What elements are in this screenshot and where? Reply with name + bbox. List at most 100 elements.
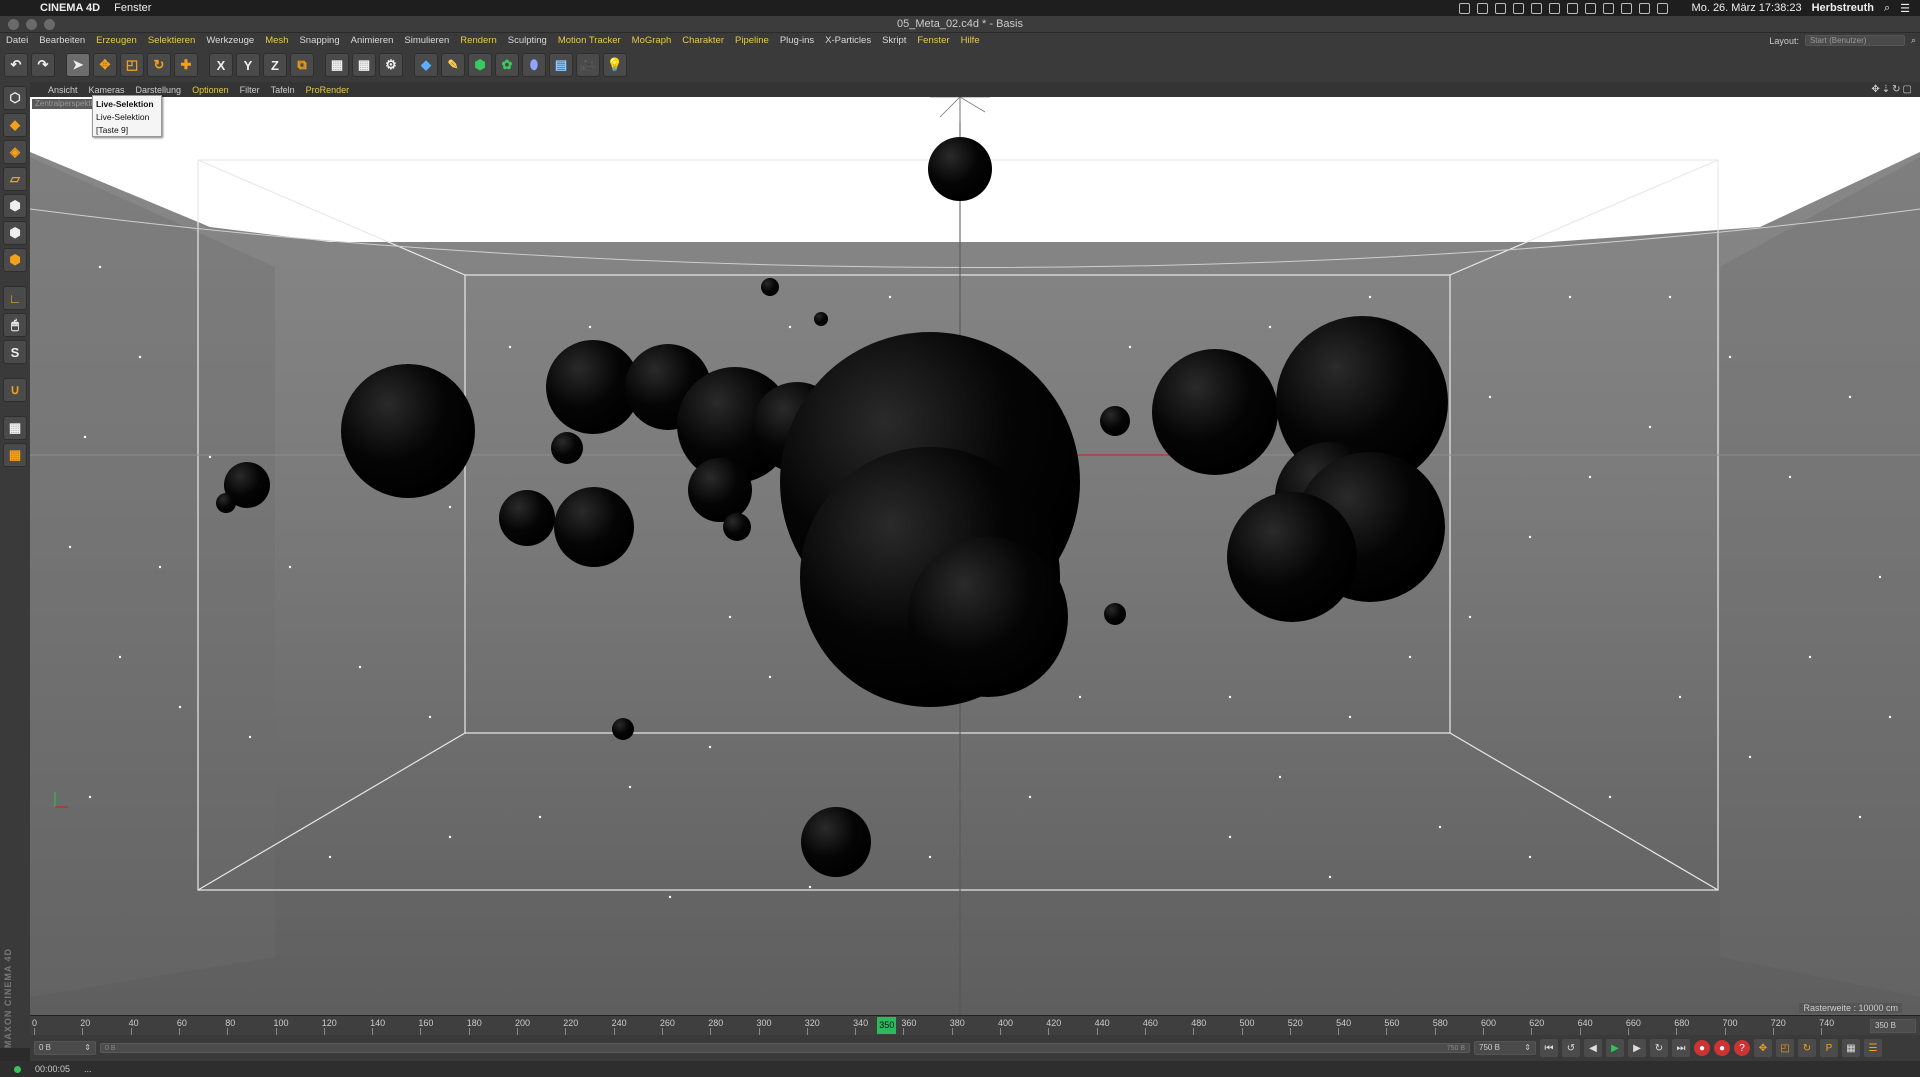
keyframe-selection-icon[interactable]: ? bbox=[1734, 1040, 1750, 1056]
record-icon[interactable]: ● bbox=[1694, 1040, 1710, 1056]
vp-menu-optionen[interactable]: Optionen bbox=[192, 85, 229, 95]
vp-menu-ansicht[interactable]: Ansicht bbox=[48, 85, 78, 95]
y-axis-lock-icon[interactable]: Y bbox=[236, 53, 260, 77]
make-editable-icon[interactable]: ⬡ bbox=[3, 86, 27, 110]
render-picture-viewer-icon[interactable]: ▦ bbox=[352, 53, 376, 77]
mac-menu-fenster[interactable]: Fenster bbox=[114, 2, 151, 14]
x-axis-lock-icon[interactable]: X bbox=[209, 53, 233, 77]
subdivision-icon[interactable]: ⬢ bbox=[468, 53, 492, 77]
timeline-end-frame[interactable]: 350 B bbox=[1870, 1019, 1916, 1033]
vp-menu-kameras[interactable]: Kameras bbox=[89, 85, 125, 95]
rotation-key-icon[interactable]: ↻ bbox=[1798, 1039, 1816, 1057]
menu-erzeugen[interactable]: Erzeugen bbox=[96, 35, 137, 46]
menu-rendern[interactable]: Rendern bbox=[460, 35, 496, 46]
move-icon[interactable]: ✥ bbox=[93, 53, 117, 77]
points-mode-icon[interactable]: ⬢ bbox=[3, 194, 27, 218]
viewport-scene[interactable] bbox=[30, 97, 1920, 1015]
position-key-icon[interactable]: ✥ bbox=[1754, 1039, 1772, 1057]
solo-icon[interactable]: S bbox=[3, 340, 27, 364]
next-key-icon[interactable]: ↻ bbox=[1650, 1039, 1668, 1057]
timeline-menu-icon[interactable]: ☰ bbox=[1864, 1039, 1882, 1057]
tray-icon[interactable] bbox=[1638, 2, 1650, 14]
vp-menu-prorender[interactable]: ProRender bbox=[306, 85, 350, 95]
deformer-icon[interactable]: ⬮ bbox=[522, 53, 546, 77]
floor-icon[interactable]: ▤ bbox=[549, 53, 573, 77]
search-icon[interactable]: ⌕ bbox=[1911, 35, 1916, 46]
menu-skript[interactable]: Skript bbox=[882, 35, 906, 46]
notification-center-icon[interactable]: ☰ bbox=[1900, 2, 1910, 15]
prev-key-icon[interactable]: ↺ bbox=[1562, 1039, 1580, 1057]
edges-mode-icon[interactable]: ⬢ bbox=[3, 221, 27, 245]
planar-workplane-icon[interactable]: ▦ bbox=[3, 443, 27, 467]
pla-key-icon[interactable]: ▦ bbox=[1842, 1039, 1860, 1057]
3d-viewport[interactable]: Zentralperspektive Rasterweite : 10000 c… bbox=[30, 97, 1920, 1015]
z-axis-lock-icon[interactable]: Z bbox=[263, 53, 287, 77]
menu-selektieren[interactable]: Selektieren bbox=[148, 35, 196, 46]
menu-charakter[interactable]: Charakter bbox=[682, 35, 724, 46]
rotate-icon[interactable]: ↻ bbox=[147, 53, 171, 77]
timeline-playhead[interactable]: 350 bbox=[877, 1017, 897, 1034]
coordinate-system-icon[interactable]: ⧉ bbox=[290, 53, 314, 77]
app-name[interactable]: CINEMA 4D bbox=[40, 2, 100, 14]
zoom-button[interactable] bbox=[44, 19, 55, 30]
menu-plugins[interactable]: Plug-ins bbox=[780, 35, 814, 46]
pen-spline-icon[interactable]: ✎ bbox=[441, 53, 465, 77]
prev-frame-icon[interactable]: ◀ bbox=[1584, 1039, 1602, 1057]
menu-werkzeuge[interactable]: Werkzeuge bbox=[206, 35, 254, 46]
menu-fenster[interactable]: Fenster bbox=[917, 35, 949, 46]
undo-icon[interactable]: ↶ bbox=[4, 53, 28, 77]
menu-datei[interactable]: Datei bbox=[6, 35, 28, 46]
tray-icon[interactable] bbox=[1602, 2, 1614, 14]
scale-icon[interactable]: ◰ bbox=[120, 53, 144, 77]
menu-pipeline[interactable]: Pipeline bbox=[735, 35, 769, 46]
spotlight-icon[interactable]: ⌕ bbox=[1884, 2, 1890, 15]
close-button[interactable] bbox=[8, 19, 19, 30]
end-frame-field[interactable]: 750 B ⇕ bbox=[1474, 1041, 1536, 1055]
menu-mograph[interactable]: MoGraph bbox=[632, 35, 672, 46]
menu-snapping[interactable]: Snapping bbox=[299, 35, 339, 46]
vp-menu-filter[interactable]: Filter bbox=[240, 85, 260, 95]
layout-dropdown[interactable]: Start (Benutzer) bbox=[1804, 35, 1905, 46]
cube-icon[interactable]: ◆ bbox=[414, 53, 438, 77]
texture-mode-icon[interactable]: ◈ bbox=[3, 140, 27, 164]
redo-icon[interactable]: ↷ bbox=[31, 53, 55, 77]
tray-icon[interactable] bbox=[1656, 2, 1668, 14]
param-key-icon[interactable]: P bbox=[1820, 1039, 1838, 1057]
menu-bearbeiten[interactable]: Bearbeiten bbox=[39, 35, 85, 46]
tray-icon[interactable] bbox=[1566, 2, 1578, 14]
workplane-mode-icon[interactable]: ▱ bbox=[3, 167, 27, 191]
viewport-nav-icons[interactable]: ✥⇣↻▢ bbox=[1871, 84, 1920, 95]
stepper-icon[interactable]: ⇕ bbox=[1524, 1042, 1531, 1054]
tray-icon[interactable] bbox=[1620, 2, 1632, 14]
play-icon[interactable]: ▶ bbox=[1606, 1039, 1624, 1057]
menu-motion-tracker[interactable]: Motion Tracker bbox=[558, 35, 621, 46]
tray-icon[interactable] bbox=[1512, 2, 1524, 14]
menu-hilfe[interactable]: Hilfe bbox=[961, 35, 980, 46]
light-icon[interactable]: 💡 bbox=[603, 53, 627, 77]
vp-menu-tafeln[interactable]: Tafeln bbox=[271, 85, 295, 95]
tray-icon[interactable] bbox=[1530, 2, 1542, 14]
tray-icon[interactable] bbox=[1548, 2, 1560, 14]
menu-animieren[interactable]: Animieren bbox=[351, 35, 394, 46]
vp-menu-darstellung[interactable]: Darstellung bbox=[136, 85, 182, 95]
model-mode-icon[interactable]: ◆ bbox=[3, 113, 27, 137]
live-selection-icon[interactable]: ➤ bbox=[66, 53, 90, 77]
tray-icon[interactable] bbox=[1476, 2, 1488, 14]
timeline[interactable]: 0 20 40 60 80 100 120 140 160 180 200 220 240 260 280 3… bbox=[30, 1015, 1920, 1035]
workplane-lock-icon[interactable]: ▦ bbox=[3, 416, 27, 440]
autokey-icon[interactable]: ● bbox=[1714, 1040, 1730, 1056]
timeline-ruler[interactable]: 0 20 40 60 80 100 120 140 160 180 200 220 240 260 280 3… bbox=[30, 1016, 1870, 1036]
camera-icon[interactable]: 🎥 bbox=[576, 53, 600, 77]
stepper-icon[interactable]: ⇕ bbox=[84, 1042, 91, 1054]
menu-x-particles[interactable]: X-Particles bbox=[825, 35, 871, 46]
polygons-mode-icon[interactable]: ⬢ bbox=[3, 248, 27, 272]
scale-key-icon[interactable]: ◰ bbox=[1776, 1039, 1794, 1057]
start-frame-field[interactable]: 0 B ⇕ bbox=[34, 1041, 96, 1055]
menu-simulieren[interactable]: Simulieren bbox=[404, 35, 449, 46]
user-name[interactable]: Herbstreuth bbox=[1812, 2, 1874, 14]
goto-start-icon[interactable]: ⏮ bbox=[1540, 1039, 1558, 1057]
cloner-icon[interactable]: ✿ bbox=[495, 53, 519, 77]
tweak-mode-icon[interactable]: 🖱 bbox=[3, 313, 27, 337]
render-view-icon[interactable]: ▦ bbox=[325, 53, 349, 77]
axis-mode-icon[interactable]: ∟ bbox=[3, 286, 27, 310]
